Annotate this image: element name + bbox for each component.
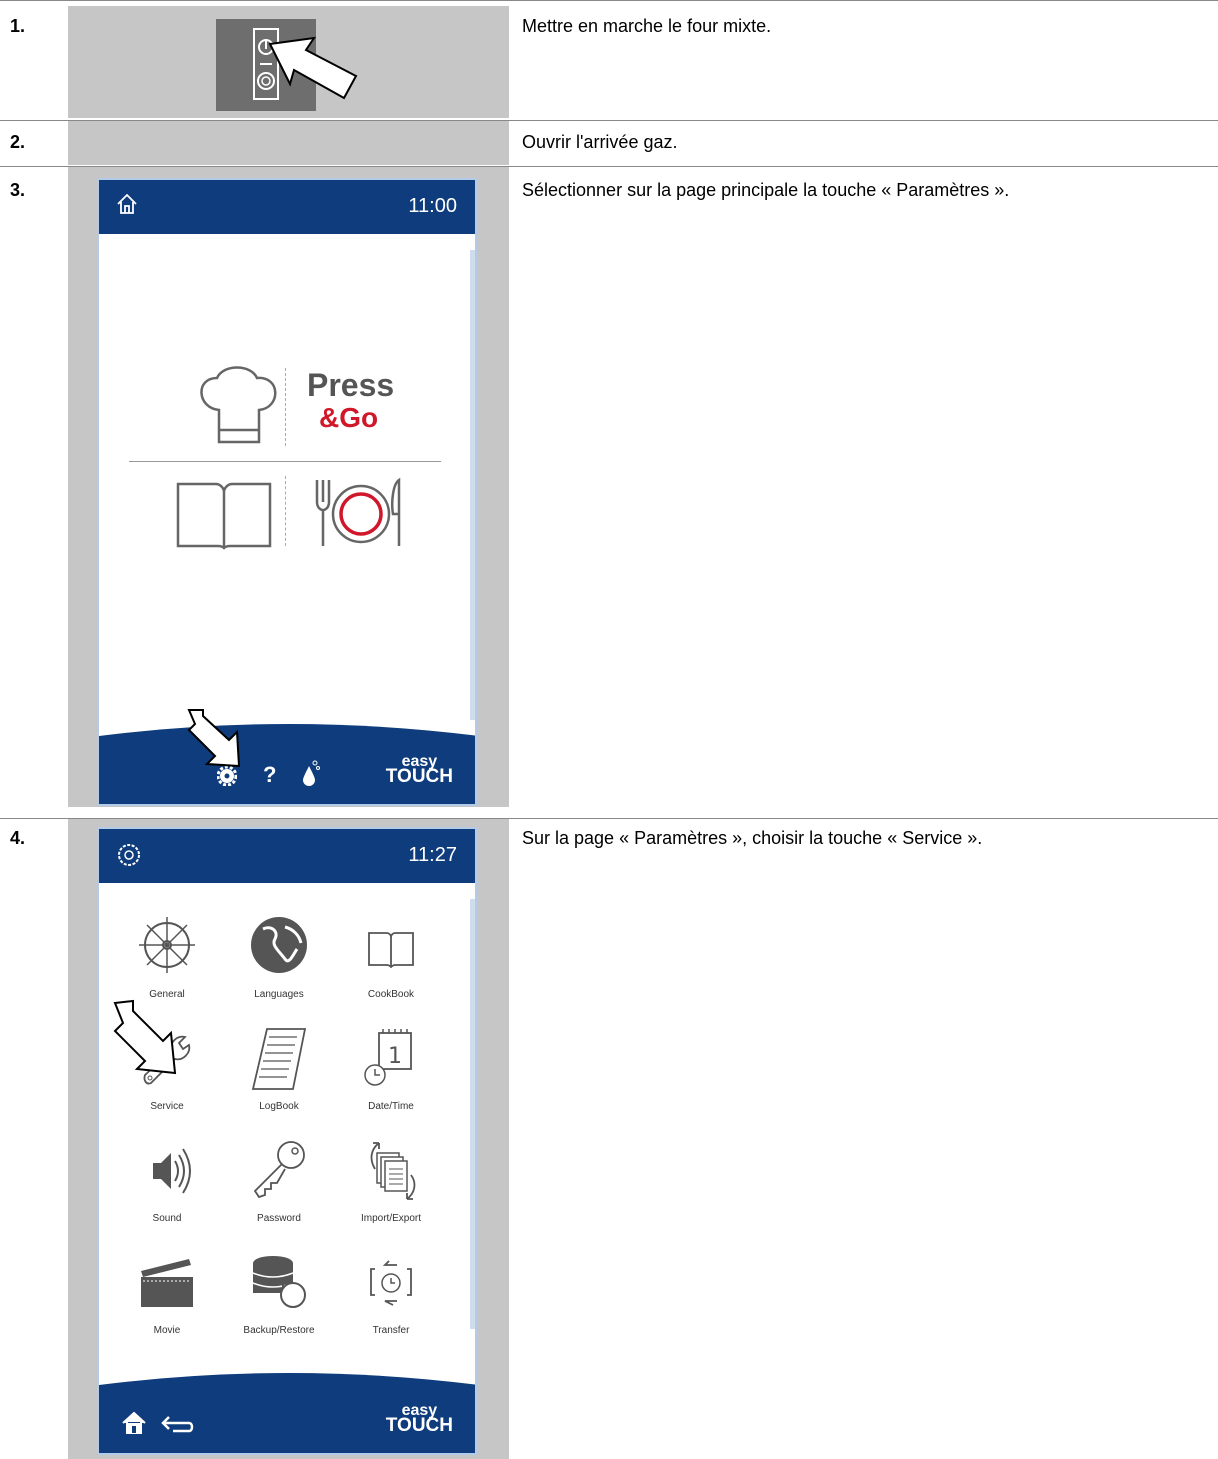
step-text: Sur la page « Paramètres », choisir la t…	[522, 828, 983, 848]
book-icon	[368, 932, 414, 969]
chef-hat-icon	[200, 366, 277, 444]
back-icon[interactable]	[161, 1413, 195, 1440]
speaker-icon	[153, 1148, 191, 1194]
tile-logbook[interactable]: LogBook	[229, 1027, 329, 1117]
tile-backup-restore[interactable]: Backup/Restore	[229, 1251, 329, 1341]
go-label: &Go	[319, 402, 379, 433]
scrollbar[interactable]	[470, 250, 475, 720]
step-number: 2.	[10, 132, 26, 152]
ship-wheel-icon	[139, 917, 195, 973]
easytouch-logo: easy TOUCH	[385, 753, 453, 787]
svg-text:1: 1	[388, 1044, 402, 1069]
scrollbar[interactable]	[470, 899, 475, 1329]
import-export-icon	[370, 1142, 416, 1200]
tile-transfer[interactable]: Transfer	[341, 1251, 441, 1341]
plate-cutlery-icon	[315, 477, 401, 546]
settings-screen: 11:27 General Languages CookBook Service	[97, 827, 477, 1455]
database-restore-icon	[252, 1256, 306, 1308]
pointer-arrow-icon	[268, 36, 358, 100]
tile-date-time[interactable]: 1 Date/Time	[341, 1027, 441, 1117]
tile-languages[interactable]: Languages	[229, 915, 329, 1005]
step-number: 4.	[10, 828, 26, 848]
top-bar: 11:00	[99, 180, 475, 234]
press-go-button[interactable]: Press &Go	[129, 360, 441, 450]
pointer-arrow-icon	[113, 999, 177, 1075]
step-image-cell	[68, 121, 509, 165]
key-icon	[253, 1141, 305, 1199]
tile-import-export[interactable]: Import/Export	[341, 1139, 441, 1229]
step-number: 1.	[10, 16, 26, 36]
step-text: Ouvrir l'arrivée gaz.	[522, 132, 678, 152]
tile-password[interactable]: Password	[229, 1139, 329, 1229]
cookbook-button[interactable]	[174, 474, 274, 554]
bottom-bar: easy TOUCH	[99, 1367, 475, 1453]
clock: 11:27	[408, 844, 457, 866]
clapperboard-icon	[141, 1259, 193, 1307]
help-icon[interactable]: ?	[263, 762, 276, 788]
tile-cookbook[interactable]: CookBook	[341, 915, 441, 1005]
clock: 11:00	[408, 195, 457, 217]
press-label: Press	[307, 367, 395, 403]
water-drop-icon[interactable]	[299, 758, 321, 791]
settings-gear-icon	[115, 841, 143, 874]
globe-icon	[251, 917, 307, 973]
menu-plate-button[interactable]	[309, 474, 409, 554]
step-image-cell	[68, 6, 509, 118]
bottom-bar: ? easy TOUCH	[99, 718, 475, 804]
home-screen: 11:00 Press &Go ? easy TOUCH	[97, 178, 477, 806]
pointer-arrow-icon	[187, 709, 241, 768]
step-text: Sélectionner sur la page principale la t…	[522, 180, 1010, 200]
step-text: Mettre en marche le four mixte.	[522, 16, 772, 36]
top-bar: 11:27	[99, 829, 475, 883]
transfer-icon	[370, 1260, 412, 1306]
step-number: 3.	[10, 180, 26, 200]
easytouch-logo: easy TOUCH	[385, 1402, 453, 1436]
tile-general[interactable]: General	[117, 915, 217, 1005]
book-icon	[176, 482, 272, 550]
calendar-icon: 1	[364, 1029, 412, 1086]
home-icon[interactable]	[121, 1411, 147, 1440]
home-icon[interactable]	[115, 192, 139, 221]
document-icon	[251, 1028, 307, 1090]
tile-sound[interactable]: Sound	[117, 1139, 217, 1229]
tile-movie[interactable]: Movie	[117, 1251, 217, 1341]
